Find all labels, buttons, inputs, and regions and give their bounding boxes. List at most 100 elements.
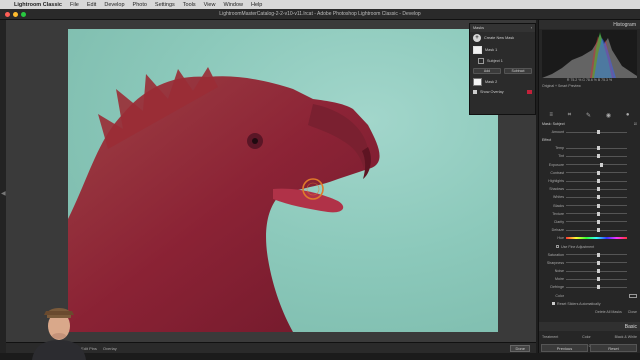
plus-icon[interactable]: + xyxy=(473,34,481,42)
overlay-label[interactable]: Overlay xyxy=(103,346,117,351)
slider-knob[interactable] xyxy=(596,195,600,200)
slider-knob[interactable] xyxy=(596,285,600,290)
image-canvas[interactable] xyxy=(6,20,536,342)
slider-row-noise[interactable]: Noise xyxy=(542,267,637,275)
slider-row-moire[interactable]: Moire xyxy=(542,275,637,283)
slider-knob[interactable] xyxy=(596,252,600,257)
mask-1-thumbnail[interactable] xyxy=(473,46,482,54)
menu-develop[interactable]: Develop xyxy=(104,2,124,8)
subtract-button[interactable]: Subtract xyxy=(504,68,532,74)
expand-left-panel-icon[interactable]: ◀ xyxy=(1,190,6,197)
slider-knob[interactable] xyxy=(596,277,600,282)
slider-track[interactable] xyxy=(566,146,627,151)
slider-track[interactable] xyxy=(566,211,627,216)
create-new-mask-label[interactable]: Create New Mask xyxy=(484,36,514,40)
menu-settings[interactable]: Settings xyxy=(155,2,175,8)
redeye-icon[interactable]: ◉ xyxy=(606,112,611,119)
slider-row-exposure[interactable]: Exposure xyxy=(542,161,637,169)
slider-knob[interactable] xyxy=(596,146,600,151)
slider-row-contrast[interactable]: Contrast xyxy=(542,169,637,177)
reset-sliders-row[interactable]: Reset Sliders Automatically xyxy=(542,300,637,308)
menu-app-name[interactable]: Lightroom Classic xyxy=(14,2,62,8)
slider-knob[interactable] xyxy=(596,154,600,159)
slider-knob[interactable] xyxy=(596,179,600,184)
slider-track[interactable] xyxy=(566,228,627,233)
slider-track[interactable] xyxy=(566,187,627,192)
histogram-header[interactable]: Histogram xyxy=(539,20,640,29)
slider-track[interactable] xyxy=(566,269,627,274)
subject-1-label[interactable]: Subject 1 xyxy=(487,59,503,63)
menu-tools[interactable]: Tools xyxy=(183,2,196,8)
maximize-window-icon[interactable] xyxy=(21,12,26,17)
slider-track[interactable] xyxy=(566,277,627,282)
amount-row[interactable]: Amount xyxy=(542,128,637,136)
mask-icon[interactable]: ● xyxy=(626,112,630,118)
slider-knob[interactable] xyxy=(596,219,600,224)
slider-track[interactable] xyxy=(566,252,627,257)
slider-row-tint[interactable]: Tint xyxy=(542,152,637,160)
slider-row-clarity[interactable]: Clarity xyxy=(542,218,637,226)
slider-row-texture[interactable]: Texture xyxy=(542,210,637,218)
collapse-icon[interactable]: ‹ xyxy=(531,26,532,30)
show-overlay-checkbox[interactable] xyxy=(473,90,477,94)
mask-1-row[interactable]: Mask 1 xyxy=(470,44,535,56)
overlay-color-swatch[interactable] xyxy=(527,90,532,94)
slider-track[interactable] xyxy=(566,219,627,224)
delete-all-masks-button[interactable]: Delete All Masks xyxy=(595,310,622,314)
reset-button[interactable]: Reset xyxy=(590,344,637,352)
show-overlay-row[interactable]: Show Overlay xyxy=(470,88,535,96)
slider-row-shadows[interactable]: Shadows xyxy=(542,185,637,193)
slider-track[interactable] xyxy=(566,203,627,208)
menu-help[interactable]: Help xyxy=(251,2,262,8)
crop-icon[interactable]: ⌗ xyxy=(568,112,571,119)
previous-button[interactable]: Previous xyxy=(541,344,588,352)
slider-row-blacks[interactable]: Blacks xyxy=(542,202,637,210)
hue-row[interactable]: Hue xyxy=(542,234,637,242)
slider-row-temp[interactable]: Temp xyxy=(542,144,637,152)
slider-row-defringe[interactable]: Defringe xyxy=(542,283,637,291)
minimize-window-icon[interactable] xyxy=(13,12,18,17)
amount-slider[interactable] xyxy=(566,130,627,135)
fine-adjust-checkbox[interactable] xyxy=(556,245,559,249)
menu-edit[interactable]: Edit xyxy=(87,2,96,8)
eagle-photo[interactable] xyxy=(68,29,498,332)
slider-track[interactable] xyxy=(566,179,627,184)
color-row[interactable]: Color xyxy=(542,292,637,300)
slider-row-whites[interactable]: Whites xyxy=(542,193,637,201)
slider-knob[interactable] xyxy=(596,170,600,175)
slider-row-sharpness[interactable]: Sharpness xyxy=(542,259,637,267)
menu-view[interactable]: View xyxy=(204,2,216,8)
slider-track[interactable] xyxy=(566,162,627,167)
done-button[interactable]: Done xyxy=(510,344,530,352)
mask-2-label[interactable]: Mask 2 xyxy=(485,80,497,84)
menu-file[interactable]: File xyxy=(70,2,79,8)
invert-checkbox[interactable]: ☑ xyxy=(634,122,637,126)
mask-2-thumbnail[interactable] xyxy=(473,78,482,86)
slider-row-dehaze[interactable]: Dehaze xyxy=(542,226,637,234)
slider-knob[interactable] xyxy=(596,269,600,274)
close-mask-button[interactable]: Close xyxy=(628,310,637,314)
show-overlay-label[interactable]: Show Overlay xyxy=(480,90,504,94)
basic-panel-header[interactable]: Basic xyxy=(539,322,640,331)
slider-knob[interactable] xyxy=(596,228,600,233)
close-window-icon[interactable] xyxy=(5,12,10,17)
slider-knob[interactable] xyxy=(596,187,600,192)
mask-2-row[interactable]: Mask 2 xyxy=(470,76,535,88)
slider-track[interactable] xyxy=(566,260,627,265)
slider-knob[interactable] xyxy=(596,260,600,265)
slider-knob[interactable] xyxy=(599,162,603,167)
slider-track[interactable] xyxy=(566,195,627,200)
menu-photo[interactable]: Photo xyxy=(133,2,147,8)
slider-row-saturation[interactable]: Saturation xyxy=(542,251,637,259)
slider-track[interactable] xyxy=(566,170,627,175)
heal-icon[interactable]: ✎ xyxy=(586,112,591,119)
mask-1-label[interactable]: Mask 1 xyxy=(485,48,497,52)
hue-slider[interactable] xyxy=(566,237,627,240)
slider-track[interactable] xyxy=(566,285,627,290)
fine-adjust-row[interactable]: Use Fine Adjustment xyxy=(542,242,637,250)
edit-icon[interactable]: ≡ xyxy=(549,112,553,118)
subject-1-row[interactable]: Subject 1 xyxy=(470,56,535,66)
color-swatch[interactable] xyxy=(629,293,637,298)
reset-sliders-checkbox[interactable] xyxy=(552,302,555,306)
treatment-bw-option[interactable]: Black & White xyxy=(615,335,637,339)
